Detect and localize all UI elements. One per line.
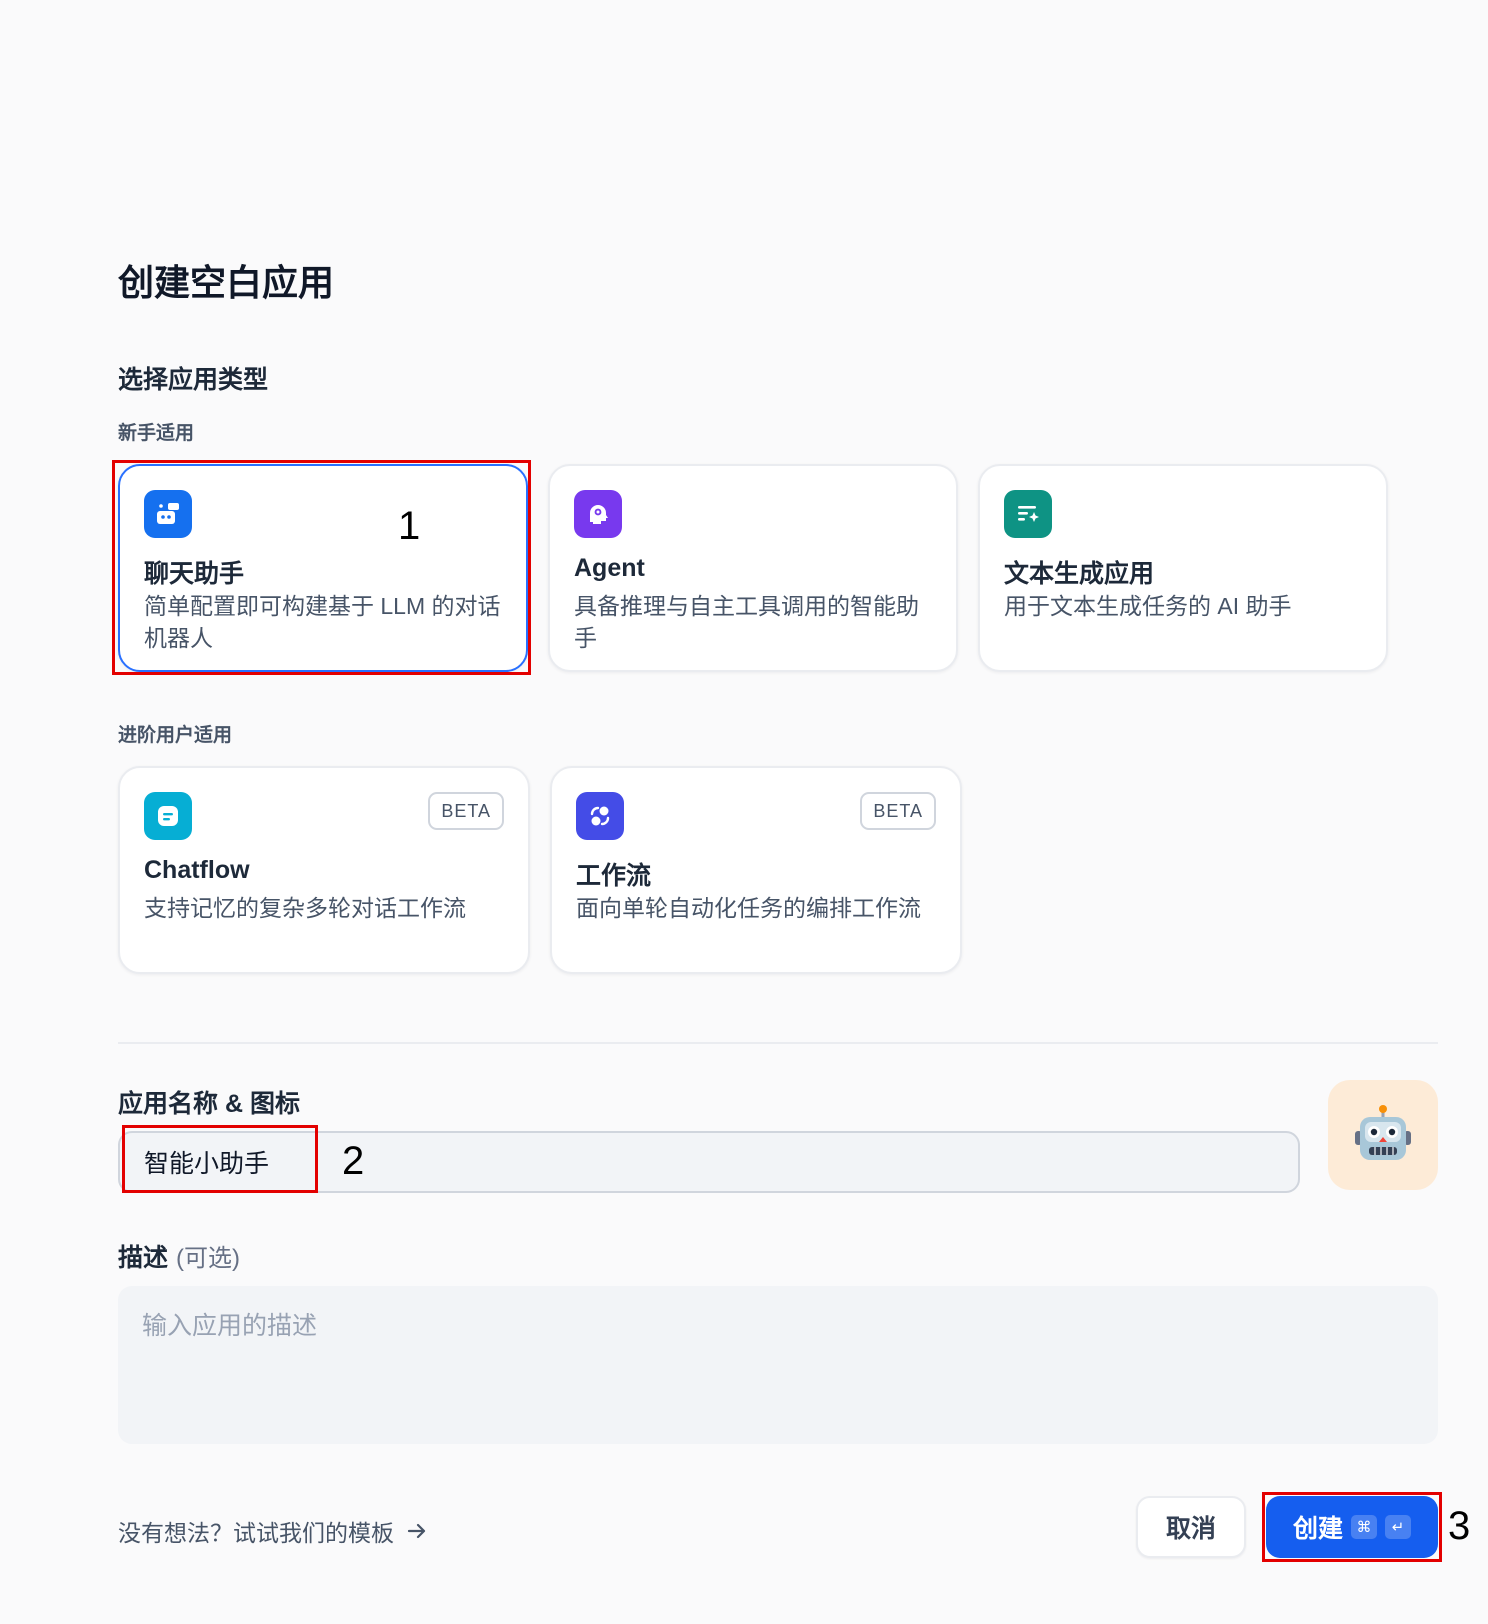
- description-placeholder: 输入应用的描述: [142, 1312, 318, 1340]
- cancel-button[interactable]: 取消: [1136, 1496, 1246, 1558]
- optional-hint: (可选): [176, 1245, 240, 1272]
- card-description: 支持记忆的复杂多轮对话工作流: [144, 895, 466, 921]
- try-templates-link[interactable]: 没有想法？试试我们的模板: [118, 1514, 428, 1548]
- card-title: Chatflow: [144, 856, 250, 884]
- beta-badge: BETA: [860, 792, 936, 830]
- app-name-label: 应用名称 & 图标: [118, 1090, 300, 1118]
- beta-badge: BETA: [428, 792, 504, 830]
- create-app-dialog: 创建空白应用 选择应用类型 新手适用 聊天助手 简单配置即可构建基于 LLM 的…: [0, 0, 1488, 1624]
- agent-brain-icon: [574, 490, 622, 538]
- text-generation-icon: [1004, 490, 1052, 538]
- robot-emoji-icon: [1355, 1105, 1411, 1160]
- section-divider: [118, 1042, 1438, 1044]
- card-description: 具备推理与自主工具调用的智能助手: [574, 593, 919, 651]
- description-textarea[interactable]: 输入应用的描述: [118, 1286, 1438, 1444]
- app-icon-picker[interactable]: [1328, 1080, 1438, 1190]
- card-description: 面向单轮自动化任务的编排工作流: [576, 895, 921, 921]
- description-label: 描述 (可选): [118, 1244, 240, 1272]
- card-title: 文本生成应用: [1004, 560, 1155, 588]
- dialog-title: 创建空白应用: [118, 262, 335, 303]
- app-type-card-chatflow[interactable]: BETA Chatflow 支持记忆的复杂多轮对话工作流: [118, 766, 530, 974]
- card-description: 用于文本生成任务的 AI 助手: [1004, 593, 1292, 619]
- app-type-card-workflow[interactable]: BETA 工作流 面向单轮自动化任务的编排工作流: [550, 766, 962, 974]
- card-title: 工作流: [576, 862, 652, 890]
- arrow-right-icon: [407, 1523, 426, 1539]
- annotation-number-3: 3: [1448, 1504, 1471, 1548]
- group-label-beginner: 新手适用: [118, 423, 195, 444]
- annotation-number-2: 2: [342, 1139, 365, 1183]
- annotation-box-3: [1262, 1492, 1442, 1562]
- annotation-box-1: [112, 460, 531, 675]
- annotation-box-2: [122, 1125, 318, 1193]
- card-title: Agent: [574, 554, 645, 582]
- section-title: 选择应用类型: [118, 366, 269, 394]
- annotation-number-1: 1: [398, 504, 421, 548]
- group-label-advanced: 进阶用户适用: [118, 725, 233, 746]
- app-type-card-text-generation[interactable]: 文本生成应用 用于文本生成任务的 AI 助手: [978, 464, 1388, 672]
- workflow-icon: [576, 792, 624, 840]
- app-type-card-agent[interactable]: Agent 具备推理与自主工具调用的智能助手: [548, 464, 958, 672]
- chatflow-icon: [144, 792, 192, 840]
